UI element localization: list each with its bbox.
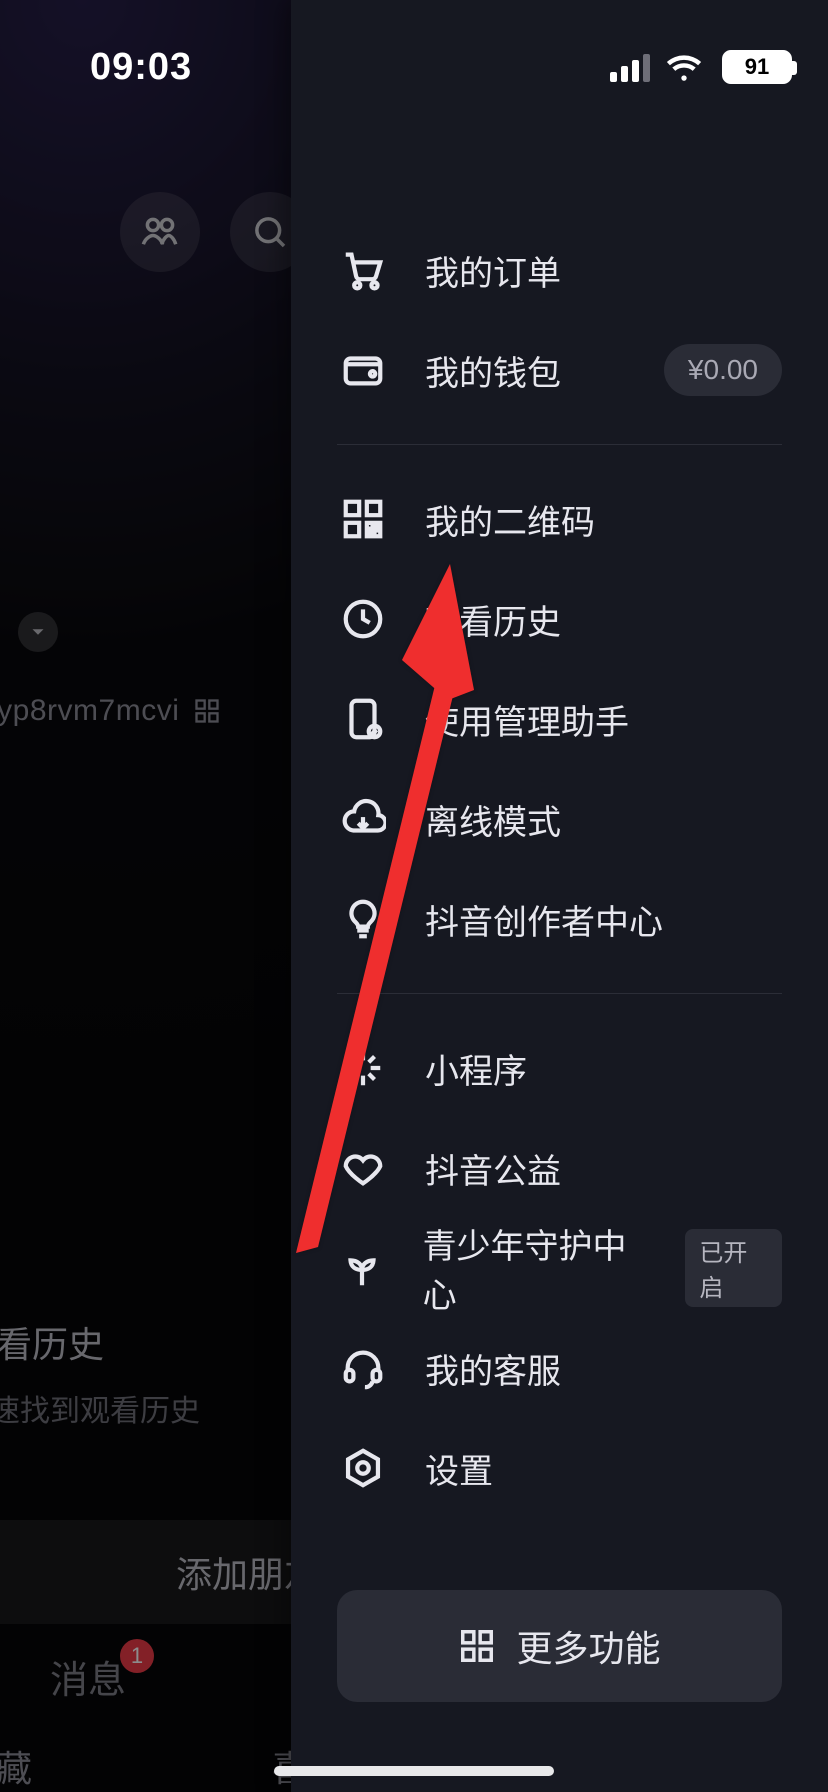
menu-label: 我的钱包 xyxy=(425,346,628,395)
wifi-icon xyxy=(666,52,706,82)
cellular-icon xyxy=(610,52,650,82)
menu-offline-mode[interactable]: 离线模式 xyxy=(337,769,782,869)
menu-charity[interactable]: 抖音公益 xyxy=(337,1118,782,1218)
messages-badge: 1 xyxy=(120,1639,154,1673)
menu-mini-program[interactable]: 小程序 xyxy=(337,1018,782,1118)
menu-watch-history[interactable]: 观看历史 xyxy=(337,569,782,669)
youth-enabled-tag: 已开启 xyxy=(685,1229,782,1307)
divider xyxy=(337,993,782,994)
menu-my-orders[interactable]: 我的订单 xyxy=(337,220,782,320)
menu-my-wallet[interactable]: 我的钱包 ¥0.00 xyxy=(337,320,782,420)
tab-collections[interactable]: 收藏 xyxy=(0,1740,32,1792)
menu-customer-support[interactable]: 我的客服 xyxy=(337,1318,782,1418)
dropdown-icon[interactable] xyxy=(18,612,58,652)
headset-icon xyxy=(337,1342,389,1394)
menu-label: 观看历史 xyxy=(425,595,782,644)
menu-creator-center[interactable]: 抖音创作者中心 xyxy=(337,869,782,969)
wallet-icon xyxy=(337,344,389,396)
wallet-balance: ¥0.00 xyxy=(664,344,782,396)
menu-label: 我的客服 xyxy=(425,1344,782,1393)
menu-label: 青少年守护中心 xyxy=(423,1219,650,1317)
menu-label: 我的二维码 xyxy=(425,495,782,544)
menu-label: 抖音公益 xyxy=(425,1144,782,1193)
menu-label: 使用管理助手 xyxy=(425,695,782,744)
menu-youth-protection[interactable]: 青少年守护中心 已开启 xyxy=(337,1218,782,1318)
menu-my-qrcode[interactable]: 我的二维码 xyxy=(337,469,782,569)
user-id: lyp8rvm7mcvi xyxy=(0,694,179,728)
menu-settings[interactable]: 设置 xyxy=(337,1418,782,1518)
cloud-download-icon xyxy=(337,793,389,845)
sparkle-icon xyxy=(337,1042,389,1094)
sprout-icon xyxy=(337,1242,387,1294)
more-functions-button[interactable]: 更多功能 xyxy=(337,1590,782,1702)
battery-indicator: 91 xyxy=(722,50,792,84)
history-subtitle: 快速找到观看历史 xyxy=(0,1386,200,1430)
menu-label: 离线模式 xyxy=(425,795,782,844)
history-card[interactable]: 观看历史 快速找到观看历史 xyxy=(0,1316,200,1430)
home-indicator xyxy=(274,1766,554,1776)
friends-button[interactable] xyxy=(120,192,200,272)
history-title: 观看历史 xyxy=(0,1316,200,1368)
clock-icon xyxy=(337,593,389,645)
menu-label: 抖音创作者中心 xyxy=(425,895,782,944)
menu-label: 我的订单 xyxy=(425,246,782,295)
phone-check-icon xyxy=(337,693,389,745)
gear-icon xyxy=(337,1442,389,1494)
status-bar: 09:03 91 xyxy=(0,0,828,110)
cart-icon xyxy=(337,244,389,296)
status-time: 09:03 xyxy=(90,46,192,89)
heart-icon xyxy=(337,1142,389,1194)
more-functions-label: 更多功能 xyxy=(516,1620,660,1672)
tab-messages[interactable]: 消息 1 xyxy=(50,1649,126,1704)
lightbulb-icon xyxy=(337,893,389,945)
menu-label: 小程序 xyxy=(425,1044,782,1093)
menu-label: 设置 xyxy=(425,1444,782,1493)
side-drawer: 我的订单 我的钱包 ¥0.00 我的二维码 观看历史 xyxy=(291,0,828,1792)
divider xyxy=(337,444,782,445)
qrcode-icon xyxy=(337,493,389,545)
user-id-row: lyp8rvm7mcvi xyxy=(0,694,221,728)
menu-usage-assistant[interactable]: 使用管理助手 xyxy=(337,669,782,769)
